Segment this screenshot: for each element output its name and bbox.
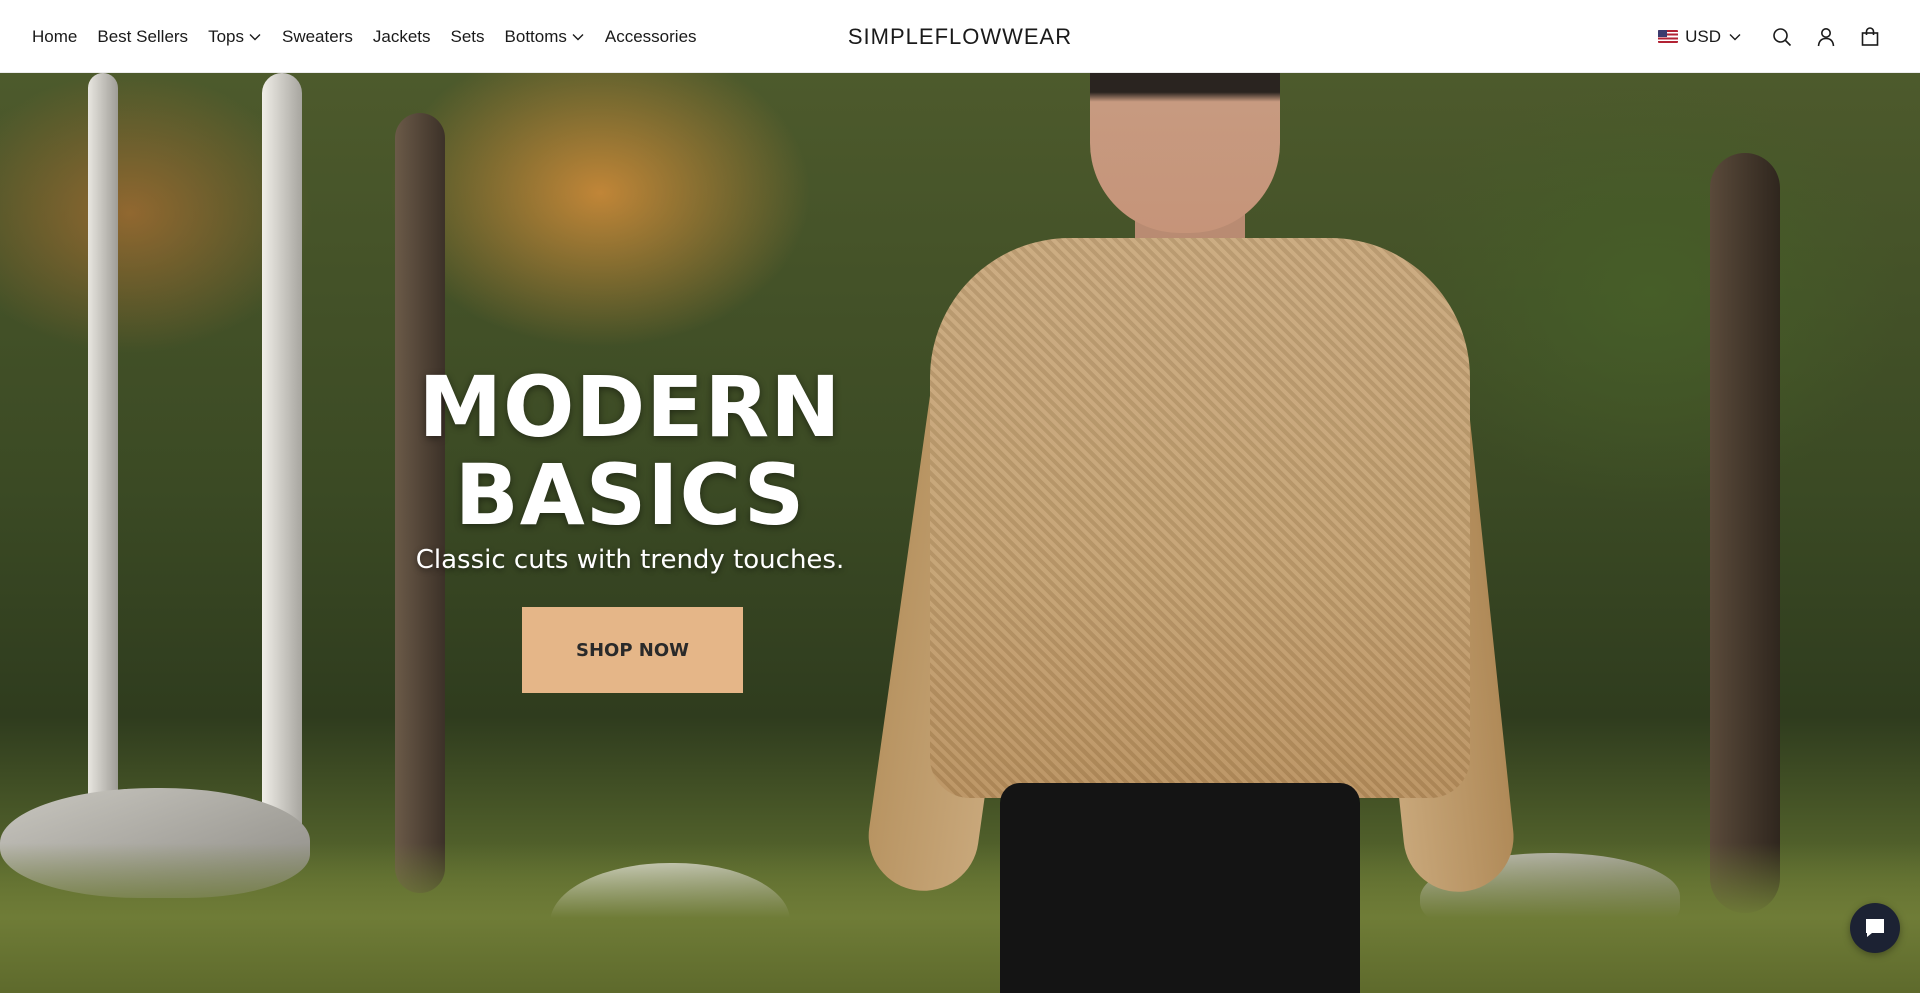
nav-best-sellers-label: Best Sellers bbox=[97, 26, 189, 46]
hero-banner: MODERN BASICS Classic cuts with trendy t… bbox=[0, 73, 1920, 993]
nav-tops-label: Tops bbox=[208, 26, 244, 46]
model-head bbox=[1090, 73, 1280, 233]
nav-accessories-label: Accessories bbox=[604, 26, 697, 46]
header-tools: USD bbox=[1658, 0, 1880, 73]
nav-home[interactable]: Home bbox=[32, 27, 77, 47]
chat-launcher[interactable] bbox=[1850, 903, 1900, 953]
nav-sets[interactable]: Sets bbox=[451, 27, 485, 47]
hero-title-line1: MODERN bbox=[418, 358, 842, 456]
model-figure bbox=[861, 73, 1519, 993]
tree-trunk bbox=[1710, 153, 1780, 913]
nav-bottoms-label: Bottoms bbox=[504, 26, 567, 46]
nav-home-label: Home bbox=[32, 26, 78, 46]
chevron-down-icon bbox=[248, 30, 262, 44]
chat-icon bbox=[1863, 916, 1887, 940]
shop-now-button[interactable]: SHOP NOW bbox=[522, 607, 743, 693]
us-flag-icon bbox=[1658, 30, 1679, 43]
nav-sweaters[interactable]: Sweaters bbox=[282, 27, 353, 47]
black-pants bbox=[1000, 783, 1360, 993]
search-icon[interactable] bbox=[1772, 27, 1792, 47]
nav-sets-label: Sets bbox=[450, 26, 485, 46]
cable-knit-sweater bbox=[930, 238, 1470, 798]
site-logo[interactable]: SIMPLEFLOWWEAR bbox=[848, 24, 1072, 50]
hero-subtitle: Classic cuts with trendy touches. bbox=[415, 545, 845, 575]
chevron-down-icon bbox=[1728, 30, 1742, 44]
site-header: Home Best Sellers Tops Sweaters Jackets … bbox=[0, 0, 1920, 73]
chevron-down-icon bbox=[571, 30, 585, 44]
nav-jackets[interactable]: Jackets bbox=[373, 27, 431, 47]
nav-accessories[interactable]: Accessories bbox=[605, 27, 697, 47]
hero-copy: MODERN BASICS Classic cuts with trendy t… bbox=[380, 363, 880, 575]
hero-title: MODERN BASICS bbox=[380, 363, 880, 539]
nav-bottoms[interactable]: Bottoms bbox=[505, 27, 585, 47]
main-nav: Home Best Sellers Tops Sweaters Jackets … bbox=[32, 0, 697, 73]
cart-icon[interactable] bbox=[1860, 26, 1880, 47]
account-icon[interactable] bbox=[1816, 27, 1836, 47]
nav-sweaters-label: Sweaters bbox=[281, 26, 353, 46]
nav-tops[interactable]: Tops bbox=[208, 27, 262, 47]
nav-best-sellers[interactable]: Best Sellers bbox=[97, 27, 188, 47]
currency-selector[interactable]: USD bbox=[1658, 27, 1742, 47]
hero-title-line2: BASICS bbox=[454, 446, 806, 544]
birch-trunk bbox=[88, 73, 118, 833]
birch-trunk bbox=[262, 73, 302, 873]
nav-jackets-label: Jackets bbox=[372, 26, 431, 46]
currency-code: USD bbox=[1685, 26, 1721, 46]
